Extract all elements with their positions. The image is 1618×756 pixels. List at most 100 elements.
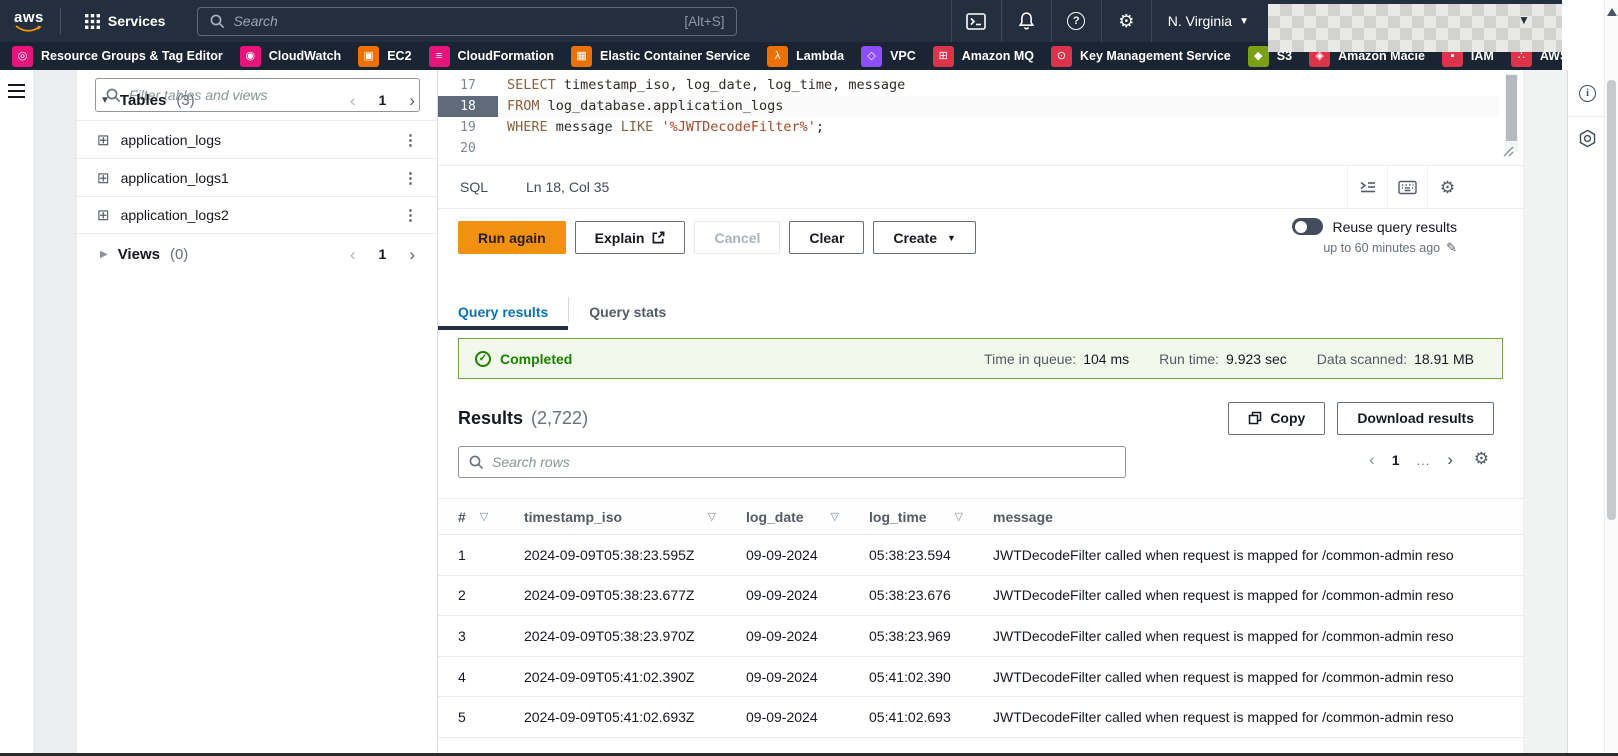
views-section-header[interactable]: ▶ Views (0) ‹ 1 › [100,238,437,270]
search-rows-box[interactable] [458,446,1126,478]
expand-table-icon[interactable]: ⊞ [97,169,110,187]
code-text: FROM log_database.application_logs [507,98,784,114]
cancel-button[interactable]: Cancel [694,221,781,254]
tab-query-results[interactable]: Query results [438,304,569,330]
favorites-item[interactable]: ≡ CloudFormation [428,45,555,67]
services-menu-button[interactable]: Services [75,0,176,42]
column-header-index[interactable]: # ▽ [458,509,524,525]
table-actions-menu-icon[interactable]: ⋮ [403,131,419,149]
create-button[interactable]: Create ▼ [873,221,976,254]
tables-pagination: ‹ 1 › [350,92,415,109]
table-list-item[interactable]: ⊞ application_logs1 ⋮ [77,158,437,196]
page-scrollbar[interactable] [1604,0,1618,756]
search-icon [469,455,484,469]
aws-logo[interactable]: aws [14,10,44,32]
table-cell: 2024-09-09T05:38:23.677Z [524,587,695,604]
cloudshell-button[interactable] [950,0,1001,42]
column-header-log-date[interactable]: log_date ▽ [746,509,869,525]
page-next-icon[interactable]: › [409,246,415,263]
table-list-item[interactable]: ⊞ application_logs2 ⋮ [77,196,437,234]
results-count: (2,722) [531,407,589,428]
notifications-button[interactable] [1000,0,1051,42]
edit-pencil-icon[interactable]: ✎ [1446,240,1457,256]
sort-filter-icon[interactable]: ▽ [831,510,839,523]
query-actions: Run again Explain Cancel Clear Create ▼ … [438,209,1523,282]
metric-label: Data scanned: [1316,350,1408,367]
hexagon-panel-button[interactable] [1568,117,1607,159]
page-next-icon[interactable]: › [409,92,415,109]
help-button[interactable]: ? [1050,0,1101,42]
editor-scrollbar[interactable] [1505,74,1518,152]
favorites-item[interactable]: ◎ Resource Groups & Tag Editor [12,45,223,67]
table-cell: 09-09-2024 [746,709,818,726]
region-selector[interactable]: N. Virginia ▼ [1150,0,1265,42]
table-actions-menu-icon[interactable]: ⋮ [403,206,419,224]
favorites-item[interactable]: ⊙ Key Management Service [1051,45,1231,67]
editor-resize-handle[interactable] [1500,144,1514,162]
clear-button[interactable]: Clear [789,221,865,254]
download-results-button[interactable]: Download results [1337,401,1494,435]
global-search[interactable]: [Alt+S] [197,6,738,36]
services-label: Services [107,13,166,29]
results-table-header: # ▽ timestamp_iso ▽ log_date ▽ log_time ▽ me… [438,498,1523,535]
hamburger-menu-button[interactable] [8,84,25,98]
format-query-button[interactable] [1347,166,1387,208]
table-row[interactable]: 5 2024-09-09T05:41:02.693Z 09-09-2024 05:41… [438,697,1523,738]
favorites-item[interactable]: ▣ EC2 [358,45,412,67]
favorites-item[interactable]: ◉ CloudWatch [239,45,341,67]
keyboard-shortcuts-button[interactable] [1387,166,1427,208]
triangle-down-icon[interactable]: ▼ [100,95,110,106]
table-list-item[interactable]: ⊞ application_logs ⋮ [77,120,437,158]
editor-toolbar: ⚙ [1347,166,1467,208]
table-row[interactable]: 2 2024-09-09T05:38:23.677Z 09-09-2024 05:38… [438,576,1523,617]
sort-filter-icon[interactable]: ▽ [955,510,963,523]
table-row[interactable]: 3 2024-09-09T05:38:23.970Z 09-09-2024 05:38… [438,616,1523,657]
column-header-message[interactable]: message [993,509,1523,525]
page-next-icon[interactable]: › [1447,450,1453,470]
table-row[interactable]: 4 2024-09-09T05:41:02.390Z 09-09-2024 05:41… [438,657,1523,698]
elastic-container-service-icon: ▦ [571,45,593,67]
info-panel-button[interactable]: i [1568,70,1607,117]
explain-button[interactable]: Explain [574,221,686,254]
sort-filter-icon[interactable]: ▽ [480,510,488,523]
search-rows-input[interactable] [492,454,1115,470]
reuse-results-toggle[interactable] [1292,218,1324,235]
page-prev-icon[interactable]: ‹ [350,246,356,263]
copy-button[interactable]: Copy [1228,401,1326,435]
global-search-input[interactable] [233,13,677,29]
column-header-timestamp-iso[interactable]: timestamp_iso ▽ [524,509,746,525]
aws-smile-icon [15,25,42,32]
editor-scrollbar-thumb[interactable] [1506,75,1517,141]
favorites-item-label: CloudFormation [457,49,555,63]
dropdown-caret-icon[interactable]: ▼ [1518,13,1530,27]
reuse-query-results: Reuse query results up to 60 minutes ago… [1292,218,1457,256]
run-again-button[interactable]: Run again [458,221,566,254]
favorites-item[interactable]: ◇ VPC [861,45,916,67]
tab-query-stats[interactable]: Query stats [569,304,686,330]
editor-settings-button[interactable]: ⚙ [1427,166,1467,208]
triangle-right-icon[interactable]: ▶ [100,249,108,260]
page-scrollbar-thumb[interactable] [1607,80,1616,520]
column-header-log-time[interactable]: log_time ▽ [869,509,993,525]
page-prev-icon[interactable]: ‹ [350,92,356,109]
reuse-results-label: Reuse query results [1332,218,1457,235]
explain-label: Explain [594,229,645,246]
query-editor-panel: 1617SELECT timestamp_iso, log_date, log_… [437,70,1523,753]
page-prev-icon[interactable]: ‹ [1369,450,1375,470]
table-name: application_logs2 [120,207,229,223]
tables-sidebar: ▼ Tables (3) ‹ 1 › ⊞ application_logs ⋮ ⊞ ap… [77,70,437,753]
tables-section-header[interactable]: ▼ Tables (3) ‹ 1 › [100,84,437,116]
expand-table-icon[interactable]: ⊞ [97,131,110,149]
results-preferences-button[interactable]: ⚙ [1474,449,1489,469]
settings-button[interactable]: ⚙ [1100,0,1151,42]
sort-filter-icon[interactable]: ▽ [708,510,716,523]
sql-editor[interactable]: 1617SELECT timestamp_iso, log_date, log_… [438,70,1523,165]
favorites-item[interactable]: ⊞ Amazon MQ [932,45,1034,67]
table-row[interactable]: 1 2024-09-09T05:38:23.595Z 09-09-2024 05:38… [438,535,1523,576]
table-actions-menu-icon[interactable]: ⋮ [403,169,419,187]
expand-table-icon[interactable]: ⊞ [97,206,110,224]
scroll-up-arrow-icon[interactable] [1607,8,1617,16]
favorites-overflow-chevron[interactable]: › [1594,45,1600,65]
favorites-item[interactable]: λ Lambda [767,45,844,67]
favorites-item[interactable]: ▦ Elastic Container Service [571,45,750,67]
